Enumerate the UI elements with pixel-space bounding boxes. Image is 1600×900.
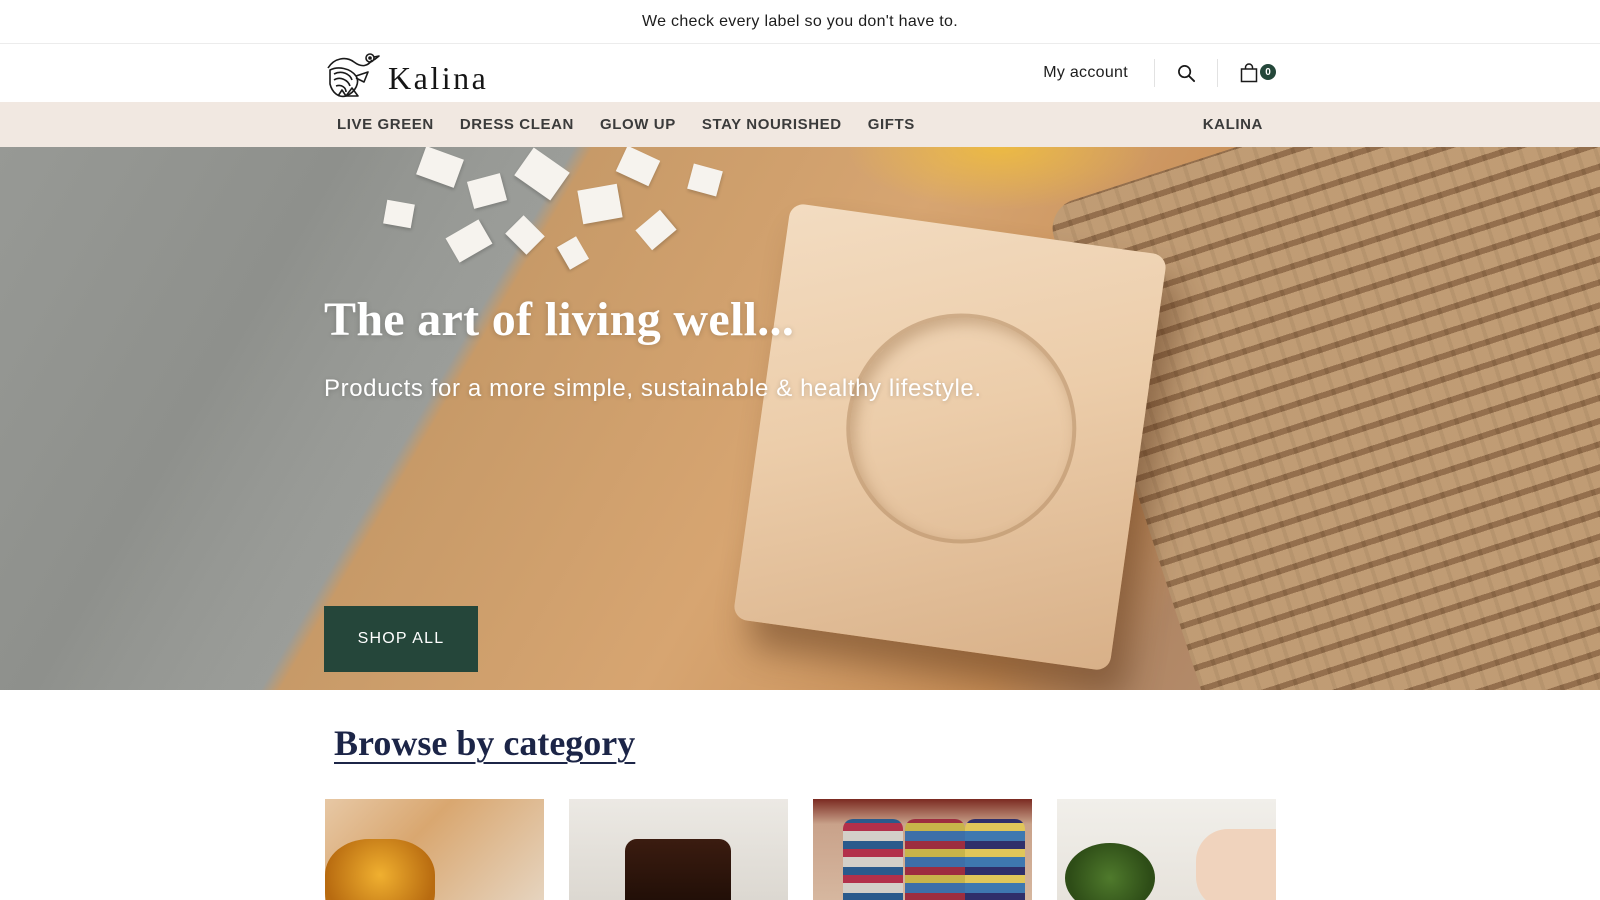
- category-image-jar: [625, 839, 731, 900]
- nav-item-dress-clean[interactable]: DRESS CLEAN: [447, 116, 587, 133]
- browse-by-category-heading[interactable]: Browse by category: [334, 722, 635, 764]
- hero-content: The art of living well... Products for a…: [324, 292, 982, 403]
- announcement-bar: We check every label so you don't have t…: [0, 0, 1600, 44]
- shopping-bag-icon: [1240, 63, 1258, 83]
- shop-all-button[interactable]: SHOP ALL: [324, 606, 478, 672]
- hero-title: The art of living well...: [324, 293, 795, 346]
- nav-item-kalina[interactable]: KALINA: [1190, 116, 1276, 133]
- category-image-socks: [843, 819, 903, 900]
- category-card[interactable]: [569, 799, 788, 900]
- nav-item-stay-nourished[interactable]: STAY NOURISHED: [689, 116, 855, 133]
- category-image-plant: [1065, 843, 1155, 900]
- nav-item-gifts[interactable]: GIFTS: [855, 116, 928, 133]
- category-image-socks: [965, 819, 1025, 900]
- soap-bar: [732, 202, 1168, 672]
- salt-flake: [577, 183, 623, 225]
- cart-button[interactable]: 0: [1218, 44, 1276, 102]
- nav-item-glow-up[interactable]: GLOW UP: [587, 116, 689, 133]
- category-cards: [325, 799, 1276, 900]
- category-image-tea: [325, 839, 435, 900]
- my-account-link[interactable]: My account: [1043, 64, 1154, 82]
- main-navigation: LIVE GREEN DRESS CLEAN GLOW UP STAY NOUR…: [0, 102, 1600, 147]
- nav-item-live-green[interactable]: LIVE GREEN: [324, 116, 447, 133]
- salt-flake: [383, 199, 415, 229]
- search-button[interactable]: [1155, 44, 1217, 102]
- logo-text: Kalina: [388, 59, 489, 96]
- category-card[interactable]: [1057, 799, 1276, 900]
- header-actions: My account 0: [1043, 44, 1276, 102]
- category-card[interactable]: [325, 799, 544, 900]
- announcement-text: We check every label so you don't have t…: [642, 12, 958, 30]
- cart-count-badge: 0: [1260, 64, 1276, 80]
- hero-banner: The art of living well... Products for a…: [0, 147, 1600, 690]
- category-image-hand: [1196, 829, 1276, 900]
- logo-link[interactable]: Kalina: [324, 47, 488, 101]
- category-image-socks: [905, 819, 965, 900]
- search-icon: [1177, 64, 1195, 82]
- hero-subtitle: Products for a more simple, sustainable …: [324, 375, 982, 402]
- bird-logo-icon: [327, 53, 380, 98]
- site-header: Kalina My account 0: [0, 44, 1600, 102]
- category-card[interactable]: [813, 799, 1032, 900]
